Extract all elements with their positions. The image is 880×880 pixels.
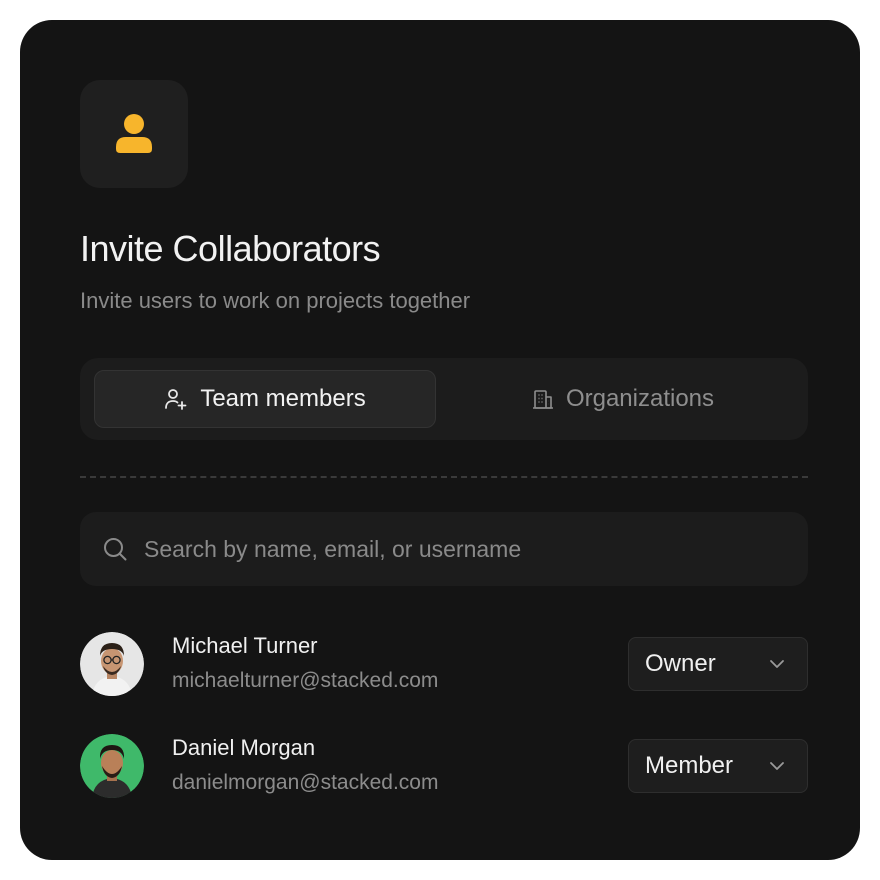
invite-card: Invite Collaborators Invite users to wor… <box>20 20 860 860</box>
user-plus-icon <box>165 389 187 410</box>
user-email: danielmorgan@stacked.com <box>172 771 439 794</box>
user-row: Michael Turner michaelturner@stacked.com… <box>80 632 808 696</box>
tab-team-members[interactable]: Team members <box>94 370 436 428</box>
building-icon <box>532 390 553 409</box>
role-select-value: Owner <box>645 650 716 677</box>
avatar <box>80 734 144 798</box>
search-icon <box>104 538 127 561</box>
avatar <box>80 632 144 696</box>
tab-team-members-label: Team members <box>200 385 366 412</box>
tab-organizations[interactable]: Organizations <box>450 370 796 428</box>
user-name: Daniel Morgan <box>172 735 316 760</box>
user-icon-tile <box>80 80 188 188</box>
user-icon <box>116 114 152 153</box>
section-divider <box>80 476 808 478</box>
search-input[interactable] <box>144 535 744 563</box>
page-subtitle: Invite users to work on projects togethe… <box>80 288 471 313</box>
page-title: Invite Collaborators <box>80 228 381 269</box>
role-select-value: Member <box>645 752 734 779</box>
chevron-down-icon <box>770 762 784 770</box>
tab-organizations-label: Organizations <box>565 385 715 412</box>
search-bar <box>80 512 808 586</box>
user-row: Daniel Morgan danielmorgan@stacked.com M… <box>80 734 808 798</box>
role-select[interactable]: Member <box>628 739 808 793</box>
user-email: michaelturner@stacked.com <box>172 669 439 692</box>
tab-bar: Team members Organizations <box>80 358 808 440</box>
role-select[interactable]: Owner <box>628 637 808 691</box>
user-name: Michael Turner <box>172 633 318 658</box>
chevron-down-icon <box>770 660 784 668</box>
